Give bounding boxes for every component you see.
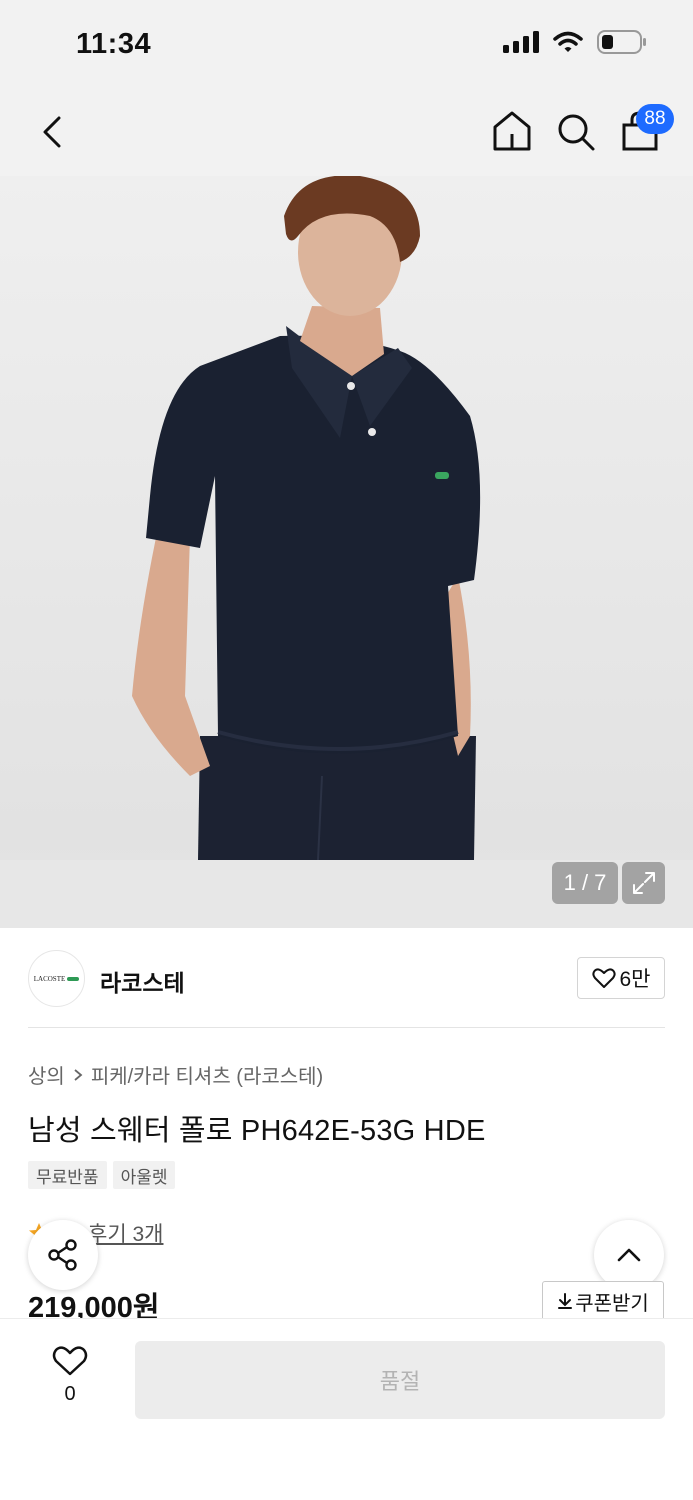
brand-name[interactable]: 라코스테 — [100, 964, 185, 998]
brand-row: LACOSTE 라코스테 6만 — [28, 950, 665, 1008]
coupon-label: 쿠폰받기 — [575, 1292, 649, 1315]
heart-icon — [52, 1346, 88, 1376]
nav-bar — [0, 90, 693, 176]
back-button[interactable] — [32, 110, 72, 154]
breadcrumb-category[interactable]: 상의 — [28, 1060, 65, 1089]
share-icon — [48, 1239, 77, 1271]
review-link[interactable]: 후기 3개 — [88, 1218, 163, 1248]
brand-logo-text: LACOSTE — [33, 974, 66, 983]
download-arrow-icon — [558, 1293, 573, 1309]
brand-like-count: 6만 — [619, 968, 651, 991]
back-chevron-icon — [43, 116, 61, 148]
signal-icon — [503, 31, 539, 53]
product-photo — [0, 176, 693, 928]
wifi-icon — [553, 31, 583, 52]
share-button[interactable] — [28, 1220, 98, 1290]
wishlist-button[interactable]: 0 — [40, 1345, 100, 1406]
sold-out-button[interactable]: 품절 — [135, 1341, 665, 1419]
brand-like-button[interactable]: 6만 — [577, 957, 665, 999]
search-icon — [558, 114, 595, 151]
brand-logo[interactable]: LACOSTE — [28, 950, 85, 1007]
scroll-top-button[interactable] — [594, 1220, 664, 1290]
tag-outlet: 아울렛 — [112, 1161, 176, 1189]
chevron-right-icon — [74, 1068, 83, 1081]
image-counter: 1 / 7 — [552, 862, 618, 904]
product-title: 남성 스웨터 폴로 PH642E-53G HDE — [28, 1115, 486, 1147]
battery-icon — [597, 30, 646, 54]
heart-icon — [591, 968, 616, 988]
chevron-up-icon — [617, 1248, 641, 1262]
search-button[interactable] — [555, 108, 597, 154]
wishlist-count: 0 — [64, 1383, 76, 1405]
crocodile-icon — [67, 976, 80, 981]
breadcrumb: 상의 피케/카라 티셔츠 (라코스테) — [28, 1060, 323, 1089]
status-bar: 11:34 — [0, 0, 693, 90]
divider — [28, 1027, 665, 1028]
tag-free-return: 무료반품 — [28, 1161, 107, 1189]
status-icons — [503, 30, 647, 54]
expand-icon — [632, 872, 655, 894]
product-tags: 무료반품 아울렛 — [28, 1161, 176, 1189]
expand-image-button[interactable] — [622, 862, 665, 904]
coupon-button[interactable]: 쿠폰받기 — [542, 1281, 664, 1321]
home-icon — [493, 111, 531, 151]
breadcrumb-subcategory[interactable]: 피케/카라 티셔츠 (라코스테) — [91, 1060, 323, 1089]
status-time: 11:34 — [76, 28, 152, 60]
bottom-action-bar: 0 품절 — [0, 1318, 693, 1500]
product-image-gallery[interactable] — [0, 176, 693, 928]
home-button[interactable] — [491, 108, 533, 154]
cart-badge: 88 — [636, 104, 674, 134]
